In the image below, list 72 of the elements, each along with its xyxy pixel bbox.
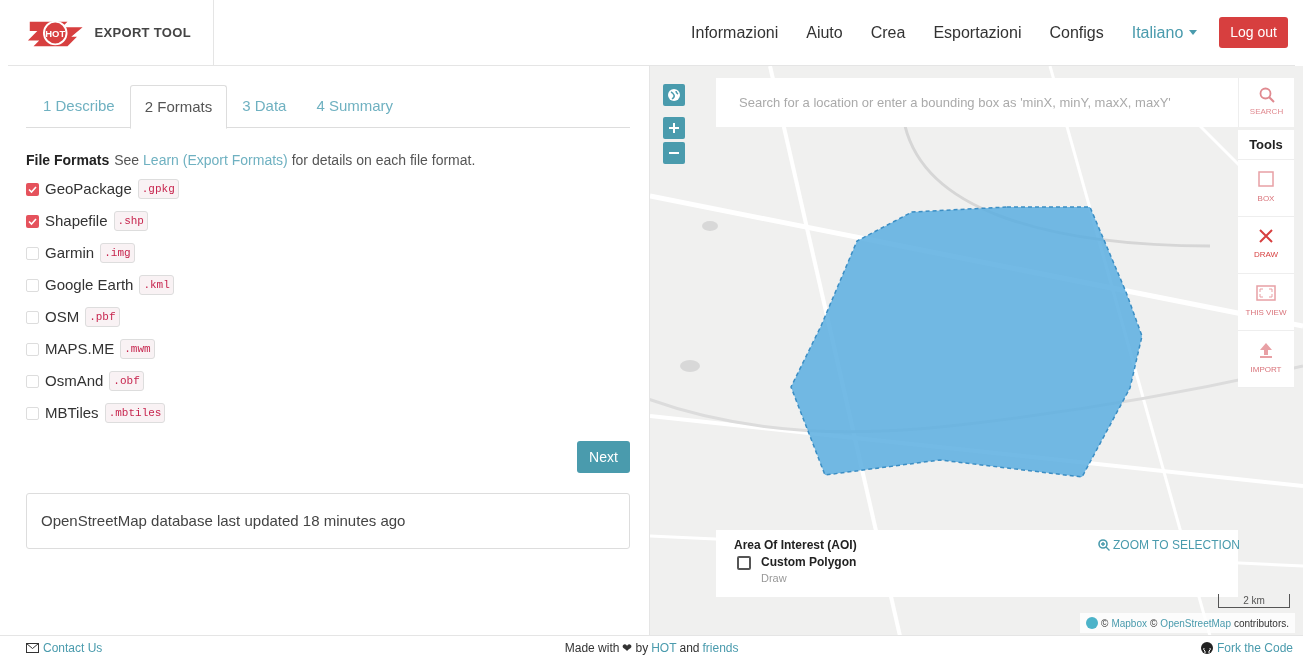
- attribution-link[interactable]: Mapbox: [1111, 615, 1147, 631]
- format-label: OsmAnd: [45, 370, 104, 391]
- zoom-to-selection-link[interactable]: ZOOM TO SELECTION: [1098, 536, 1240, 554]
- checkbox[interactable]: [26, 182, 39, 196]
- tool-button[interactable]: DRAW: [1238, 217, 1294, 274]
- language-dropdown[interactable]: Italiano: [1131, 20, 1198, 45]
- nav-link[interactable]: Informazioni: [691, 20, 779, 45]
- file-extension: .img: [100, 242, 135, 264]
- tools-title: Tools: [1238, 130, 1294, 160]
- frame-icon: [1256, 285, 1276, 301]
- footer-text: by: [635, 640, 649, 657]
- format-label: OSM: [45, 306, 80, 327]
- tab[interactable]: 4 Summary: [301, 85, 409, 128]
- search-icon: [1258, 87, 1275, 103]
- close-icon: [1259, 229, 1273, 243]
- nav-link[interactable]: Configs: [1049, 20, 1104, 45]
- format-help-text: See Learn (Export Formats) for details on each file format.: [114, 151, 476, 170]
- aoi-name: Custom Polygon: [761, 554, 857, 571]
- footer-text: ❤: [622, 640, 633, 657]
- tab[interactable]: 3 Data: [227, 85, 302, 128]
- file-extension: .shp: [113, 210, 148, 232]
- format-label: GeoPackage: [45, 178, 132, 199]
- footer-link[interactable]: friends: [702, 639, 739, 657]
- nav-link[interactable]: Crea: [870, 20, 906, 45]
- aoi-title: Area Of Interest (AOI): [734, 537, 857, 554]
- mapbox-icon: [1086, 617, 1099, 629]
- file-extension: .kml: [139, 274, 174, 296]
- format-label: MBTiles: [45, 402, 99, 423]
- formats-link[interactable]: Learn (Export Formats): [143, 152, 288, 168]
- plus-icon: [669, 123, 679, 133]
- mail-icon: [26, 643, 39, 653]
- brand-name: EXPORT TOOL: [94, 23, 191, 42]
- zoom-out-button[interactable]: [663, 142, 685, 164]
- nav-link[interactable]: Esportazioni: [933, 20, 1022, 45]
- upload-icon: [1259, 342, 1273, 358]
- tab[interactable]: 1 Describe: [28, 85, 130, 128]
- format-label: Google Earth: [45, 274, 134, 295]
- file-extension: .obf: [109, 370, 144, 392]
- format-label: Shapefile: [45, 210, 108, 231]
- attribution-text: ©: [1150, 616, 1158, 631]
- caret-icon: [1189, 30, 1198, 35]
- footer-text: Made with: [564, 640, 620, 657]
- footer-link[interactable]: HOT: [651, 639, 677, 657]
- logout-button[interactable]: Log out: [1219, 17, 1288, 48]
- zoom-in-button[interactable]: [663, 117, 685, 139]
- attribution-link[interactable]: OpenStreetMap: [1160, 615, 1231, 631]
- file-extension: .mbtiles: [104, 402, 166, 424]
- globe-button[interactable]: [663, 84, 685, 106]
- file-extension: .gpkg: [137, 178, 179, 200]
- github-icon: [1200, 642, 1213, 654]
- format-label: MAPS.ME: [45, 338, 115, 359]
- section-title: File Formats: [26, 151, 110, 170]
- footer-text: and: [679, 640, 700, 657]
- minus-icon: [669, 151, 679, 155]
- checkbox[interactable]: [26, 214, 39, 228]
- nav-link[interactable]: Aiuto: [806, 20, 843, 45]
- file-extension: .mwm: [120, 338, 155, 360]
- tab[interactable]: 2 Formats: [129, 85, 228, 129]
- zoom-in-icon: [1098, 539, 1110, 551]
- contact-link[interactable]: Contact Us: [10, 639, 103, 657]
- square-icon: [1258, 171, 1274, 187]
- status-note: OpenStreetMap database last updated 18 minutes ago: [41, 512, 406, 529]
- file-extension: .pbf: [85, 306, 120, 328]
- scale-label: 2 km: [1243, 594, 1265, 608]
- attribution-text: ©: [1101, 616, 1109, 631]
- next-button[interactable]: Next: [577, 441, 630, 473]
- attribution-text: contributors.: [1233, 616, 1289, 631]
- globe-icon: [667, 88, 681, 102]
- fork-link[interactable]: Fork the Code: [1200, 639, 1293, 657]
- aoi-subtitle: Draw: [761, 571, 787, 586]
- checkbox[interactable]: [737, 556, 751, 570]
- format-label: Garmin: [45, 242, 95, 263]
